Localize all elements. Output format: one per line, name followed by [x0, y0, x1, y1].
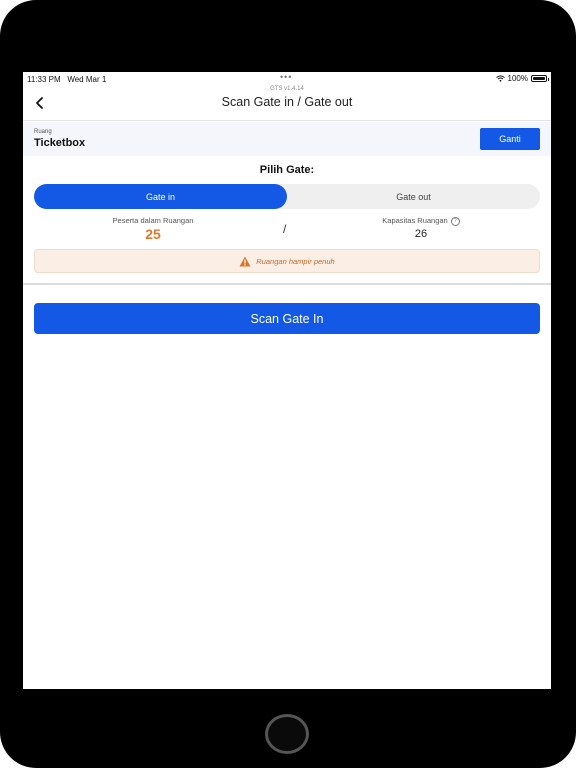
change-room-button[interactable]: Ganti: [480, 128, 540, 150]
scan-gate-in-button[interactable]: Scan Gate In: [34, 303, 540, 334]
tablet-frame: 11:33 PM Wed Mar 1 ••• 100% GTS v1.4.14 …: [0, 0, 576, 768]
participants-count: 25: [145, 226, 161, 242]
header: GTS v1.4.14 Scan Gate in / Gate out: [23, 86, 551, 121]
capacity-label-row: Kapasitas Ruangan?: [361, 216, 481, 226]
room-name: Ticketbox: [34, 137, 86, 149]
page-title: Scan Gate in / Gate out: [221, 95, 353, 109]
warning-text: Ruangan hampir penuh: [256, 256, 335, 266]
status-bar: 11:33 PM Wed Mar 1 ••• 100%: [23, 72, 551, 86]
gate-in-option[interactable]: Gate in: [34, 184, 287, 209]
section-divider: [23, 283, 551, 285]
status-time: 11:33 PM Wed Mar 1: [27, 75, 106, 84]
gate-segmented-control: Gate in Gate out: [34, 184, 540, 209]
gate-heading: Pilih Gate:: [259, 164, 315, 176]
room-label: Ruang: [34, 129, 52, 135]
warning-triangle-icon: [239, 256, 251, 266]
capacity-value: 26: [414, 228, 428, 240]
help-icon[interactable]: ?: [450, 216, 460, 226]
capacity-warning-banner: Ruangan hampir penuh: [34, 249, 540, 273]
home-button[interactable]: [265, 714, 309, 754]
multitasking-dots-icon[interactable]: •••: [280, 72, 292, 82]
battery-icon: [531, 75, 549, 82]
gate-out-option[interactable]: Gate out: [287, 184, 540, 209]
app-screen: 11:33 PM Wed Mar 1 ••• 100% GTS v1.4.14 …: [23, 72, 551, 689]
stats-separator: /: [283, 222, 287, 236]
status-right: 100%: [495, 74, 549, 83]
app-version: GTS v1.4.14: [270, 86, 304, 92]
room-selector: Ruang Ticketbox Ganti: [23, 122, 551, 156]
capacity-label: Kapasitas Ruangan: [382, 216, 448, 225]
status-time-text: 11:33 PM: [27, 75, 61, 84]
participants-label: Peserta dalam Ruangan: [112, 216, 194, 225]
battery-percent: 100%: [507, 74, 528, 83]
status-date-text: Wed Mar 1: [67, 75, 107, 84]
wifi-icon: [495, 75, 505, 82]
